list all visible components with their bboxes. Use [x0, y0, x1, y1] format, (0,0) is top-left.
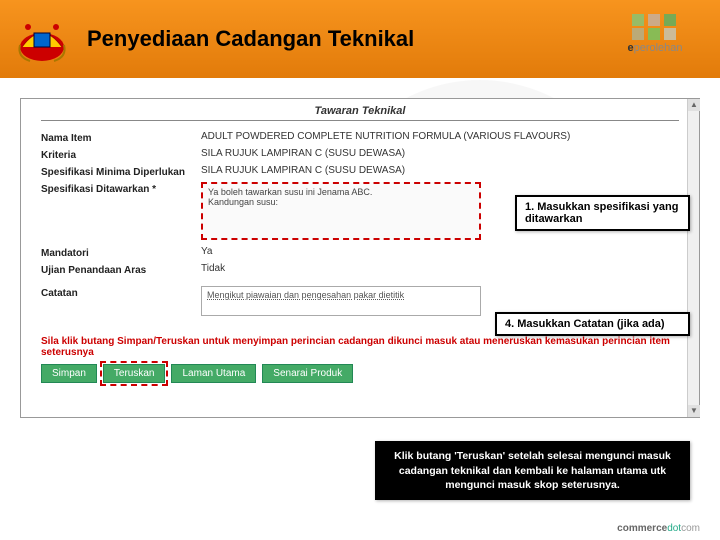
value-kriteria: SILA RUJUK LAMPIRAN C (SUSU DEWASA) [201, 148, 679, 159]
brand-logo: eperolehan [610, 14, 700, 54]
label-ujian: Ujian Penandaan Aras [41, 263, 201, 276]
catatan-textarea[interactable]: Mengikut piawaian dan pengesahan pakar d… [201, 286, 481, 316]
laman-utama-button[interactable]: Laman Utama [171, 364, 256, 383]
label-nama-item: Nama Item [41, 131, 201, 144]
row-kriteria: Kriteria SILA RUJUK LAMPIRAN C (SUSU DEW… [41, 148, 679, 161]
row-nama-item: Nama Item ADULT POWDERED COMPLETE NUTRIT… [41, 131, 679, 144]
section-title: Tawaran Teknikal [41, 99, 679, 121]
value-nama-item: ADULT POWDERED COMPLETE NUTRITION FORMUL… [201, 131, 679, 142]
label-kriteria: Kriteria [41, 148, 201, 161]
page-title: Penyediaan Cadangan Teknikal [87, 26, 414, 52]
label-mandatori: Mandatori [41, 246, 201, 259]
scrollbar-vertical[interactable]: ▲ ▼ [687, 99, 699, 417]
row-ujian: Ujian Penandaan Aras Tidak [41, 263, 679, 276]
callout-instruction: Klik butang 'Teruskan' setelah selesai m… [375, 441, 690, 500]
scroll-down-icon[interactable]: ▼ [688, 405, 700, 417]
callout-step-4: 4. Masukkan Catatan (jika ada) [495, 312, 690, 336]
spesifikasi-textarea[interactable]: Ya boleh tawarkan susu ini Jenama ABC. K… [201, 182, 481, 240]
app-header: Penyediaan Cadangan Teknikal eperolehan [0, 0, 720, 78]
form-panel: Tawaran Teknikal Nama Item ADULT POWDERE… [20, 98, 700, 418]
simpan-button[interactable]: Simpan [41, 364, 97, 383]
button-bar: Simpan Teruskan Laman Utama Senarai Prod… [21, 360, 699, 393]
row-mandatori: Mandatori Ya [41, 246, 679, 259]
senarai-produk-button[interactable]: Senarai Produk [262, 364, 353, 383]
row-spes-min: Spesifikasi Minima Diperlukan SILA RUJUK… [41, 165, 679, 178]
teruskan-button[interactable]: Teruskan [103, 364, 166, 383]
label-spes-min: Spesifikasi Minima Diperlukan [41, 165, 201, 178]
label-catatan: Catatan [41, 286, 201, 299]
value-spes-min: SILA RUJUK LAMPIRAN C (SUSU DEWASA) [201, 165, 679, 176]
scroll-up-icon[interactable]: ▲ [688, 99, 700, 111]
value-mandatori: Ya [201, 246, 679, 257]
callout-step-1: 1. Masukkan spesifikasi yang ditawarkan [515, 195, 690, 231]
value-ujian: Tidak [201, 263, 679, 274]
label-spes-offer: Spesifikasi Ditawarkan * [41, 182, 201, 195]
footer-brand: commercedotcom [617, 523, 700, 534]
crest-emblem [12, 9, 72, 69]
